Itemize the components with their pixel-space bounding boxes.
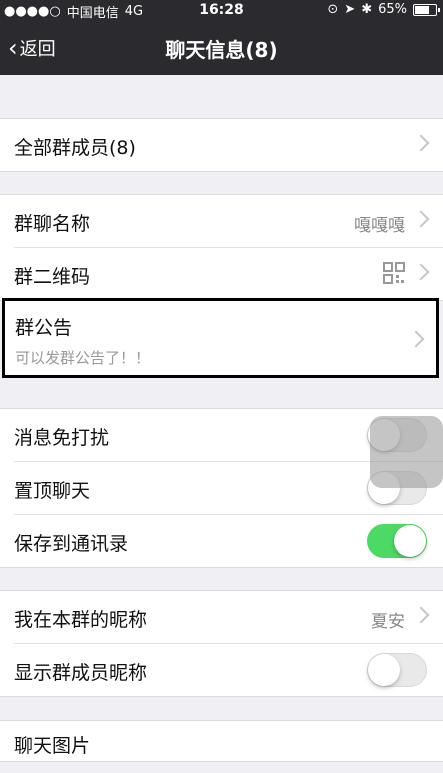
- chevron-right-icon: [407, 330, 425, 348]
- show-nickname-label: 显示群成员昵称: [14, 662, 148, 684]
- location-icon: ➤: [344, 2, 356, 17]
- media-group: 聊天图片: [0, 720, 443, 762]
- show-nickname-row: 显示群成员昵称: [14, 644, 443, 696]
- save-contacts-label: 保存到通讯录: [14, 533, 129, 555]
- chat-images-label: 聊天图片: [14, 735, 91, 757]
- group-qr-label: 群二维码: [14, 266, 91, 288]
- my-nickname-label: 我在本群的昵称: [14, 609, 148, 631]
- members-group: 全部群成员(8): [0, 118, 443, 172]
- all-members-label: 全部群成员(8): [14, 137, 136, 159]
- group-notice-label: 群公告: [15, 317, 73, 339]
- chevron-right-icon: [412, 210, 430, 228]
- nickname-group: 我在本群的昵称 夏安 显示群成员昵称: [0, 590, 443, 697]
- bluetooth-icon: ✱: [361, 2, 373, 17]
- status-bar: ●●●●○ 中国电信 4G 16:28 ⊙ ➤ ✱ 65%: [0, 0, 443, 21]
- chevron-right-icon: [412, 263, 430, 281]
- my-nickname-row[interactable]: 我在本群的昵称 夏安: [14, 591, 443, 644]
- qr-code-icon: [383, 262, 405, 284]
- toggle-knob: [394, 525, 426, 557]
- group-notice-text: 可以发群公告了！！: [15, 349, 151, 367]
- chevron-right-icon: [412, 606, 430, 624]
- assistive-touch-button[interactable]: [370, 416, 443, 488]
- battery-percent: 65%: [378, 2, 407, 17]
- show-nickname-toggle[interactable]: [367, 653, 427, 687]
- my-nickname-value: 夏安: [371, 612, 405, 632]
- group-notice-row[interactable]: 群公告 可以发群公告了！！: [2, 298, 439, 378]
- mute-label: 消息免打扰: [14, 427, 110, 449]
- battery-icon: [413, 3, 440, 16]
- save-contacts-toggle[interactable]: [367, 524, 427, 558]
- group-qr-row[interactable]: 群二维码: [14, 248, 443, 300]
- group-name-value: 嘎嘎嘎: [354, 216, 405, 236]
- page-title: 聊天信息(8): [165, 38, 278, 62]
- group-name-row[interactable]: 群聊名称 嘎嘎嘎: [14, 195, 443, 248]
- save-contacts-row: 保存到通讯录: [14, 515, 443, 567]
- lock-rotation-icon: ⊙: [327, 2, 339, 17]
- group-name-label: 群聊名称: [14, 213, 91, 235]
- group-info-group: 群聊名称 嘎嘎嘎 群二维码: [0, 194, 443, 301]
- all-members-row[interactable]: 全部群成员(8): [14, 119, 443, 171]
- nav-bar: ‹ 返回 聊天信息(8): [0, 20, 443, 75]
- toggle-knob: [368, 654, 400, 686]
- chat-images-row[interactable]: 聊天图片: [14, 721, 443, 773]
- sticky-label: 置顶聊天: [14, 480, 91, 502]
- chevron-right-icon: [412, 134, 430, 152]
